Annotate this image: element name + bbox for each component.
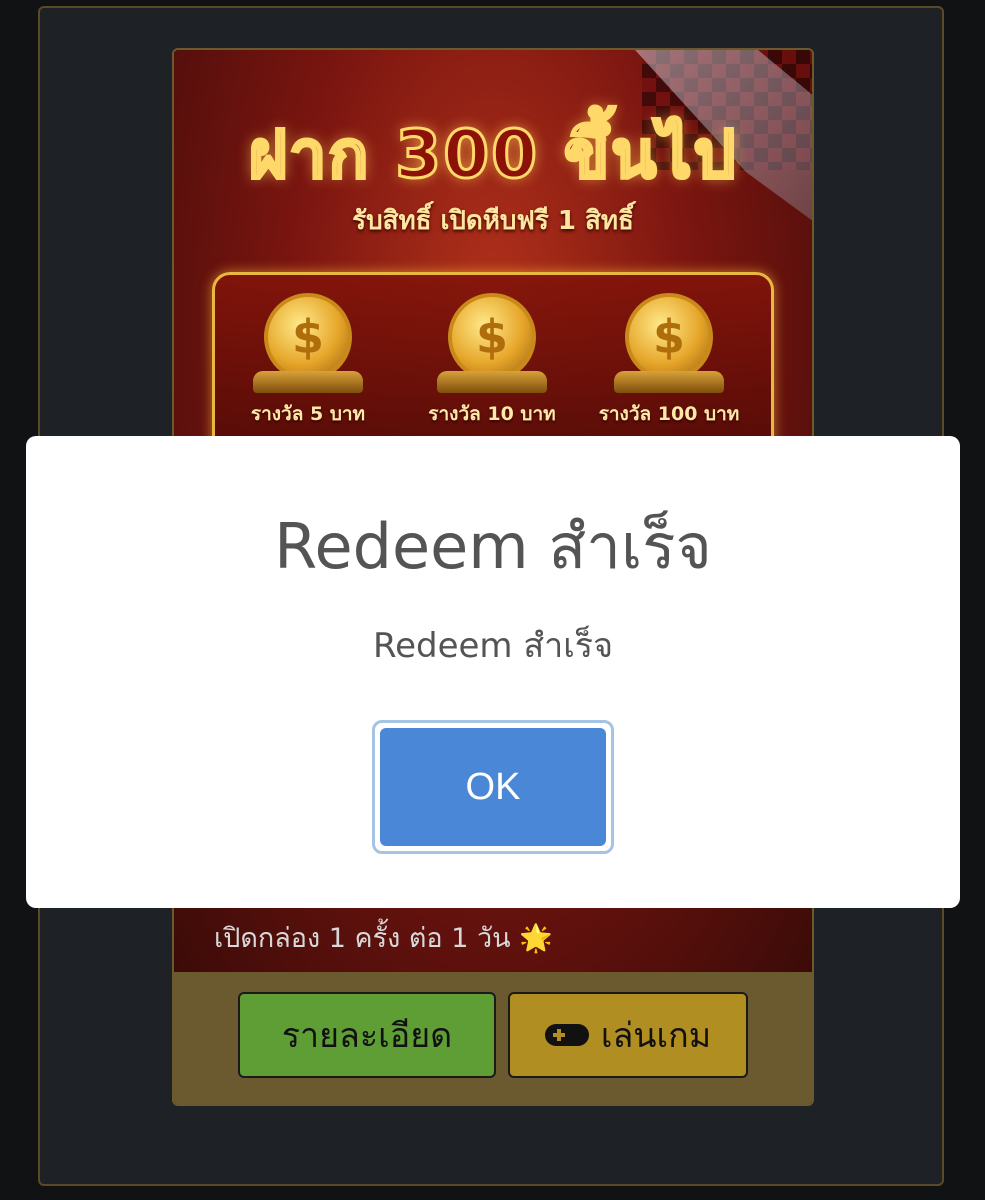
- ok-button[interactable]: OK: [380, 728, 606, 846]
- dialog-message: Redeem สำเร็จ: [372, 626, 613, 666]
- dialog-title: Redeem สำเร็จ: [274, 510, 712, 583]
- success-dialog: Redeem สำเร็จ Redeem สำเร็จ OK: [26, 436, 960, 908]
